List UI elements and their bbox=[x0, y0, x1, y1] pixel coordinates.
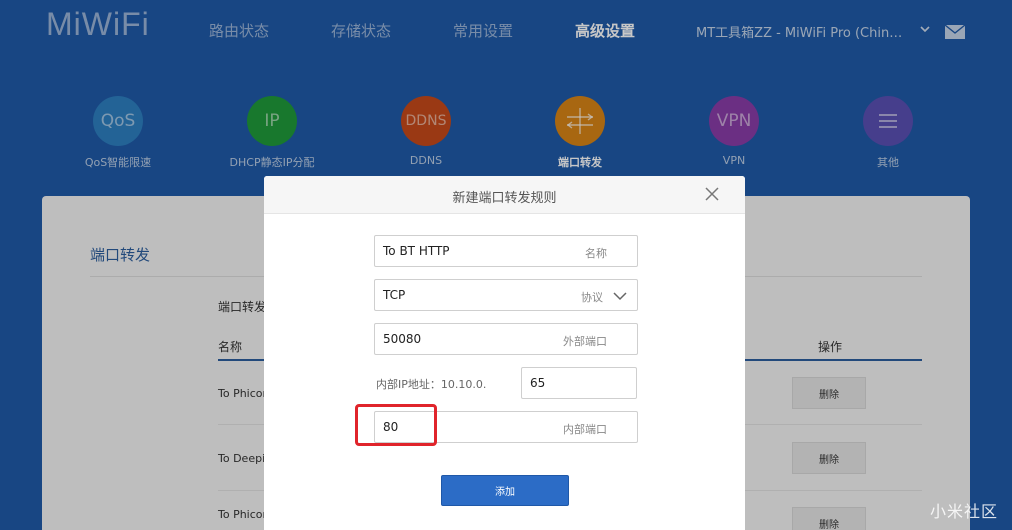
name-value: To BT HTTP bbox=[383, 244, 450, 258]
modal-header: 新建端口转发规则 bbox=[264, 176, 745, 214]
chevron-down-icon bbox=[613, 292, 627, 301]
watermark: 小米社区 bbox=[930, 502, 999, 521]
new-port-forward-modal: 新建端口转发规则 To BT HTTP 名称 TCP 协议 50080 外部端口… bbox=[264, 176, 745, 530]
protocol-hint: 协议 bbox=[581, 291, 603, 304]
internal-ip-label: 内部IP地址：10.10.0. bbox=[376, 378, 487, 391]
modal-title: 新建端口转发规则 bbox=[452, 191, 557, 206]
name-hint: 名称 bbox=[585, 247, 607, 260]
external-port-input[interactable]: 50080 外部端口 bbox=[374, 323, 638, 355]
highlight-box bbox=[355, 404, 437, 446]
internal-ip-value: 65 bbox=[530, 376, 546, 390]
name-input[interactable]: To BT HTTP 名称 bbox=[374, 235, 638, 267]
external-port-hint: 外部端口 bbox=[563, 335, 607, 348]
close-icon[interactable] bbox=[704, 186, 720, 202]
protocol-value: TCP bbox=[383, 288, 406, 302]
internal-ip-input[interactable]: 65 bbox=[521, 367, 637, 399]
internal-port-hint: 内部端口 bbox=[563, 423, 607, 436]
add-button[interactable]: 添加 bbox=[441, 475, 569, 506]
external-port-value: 50080 bbox=[383, 332, 422, 346]
protocol-select[interactable]: TCP 协议 bbox=[374, 279, 638, 311]
